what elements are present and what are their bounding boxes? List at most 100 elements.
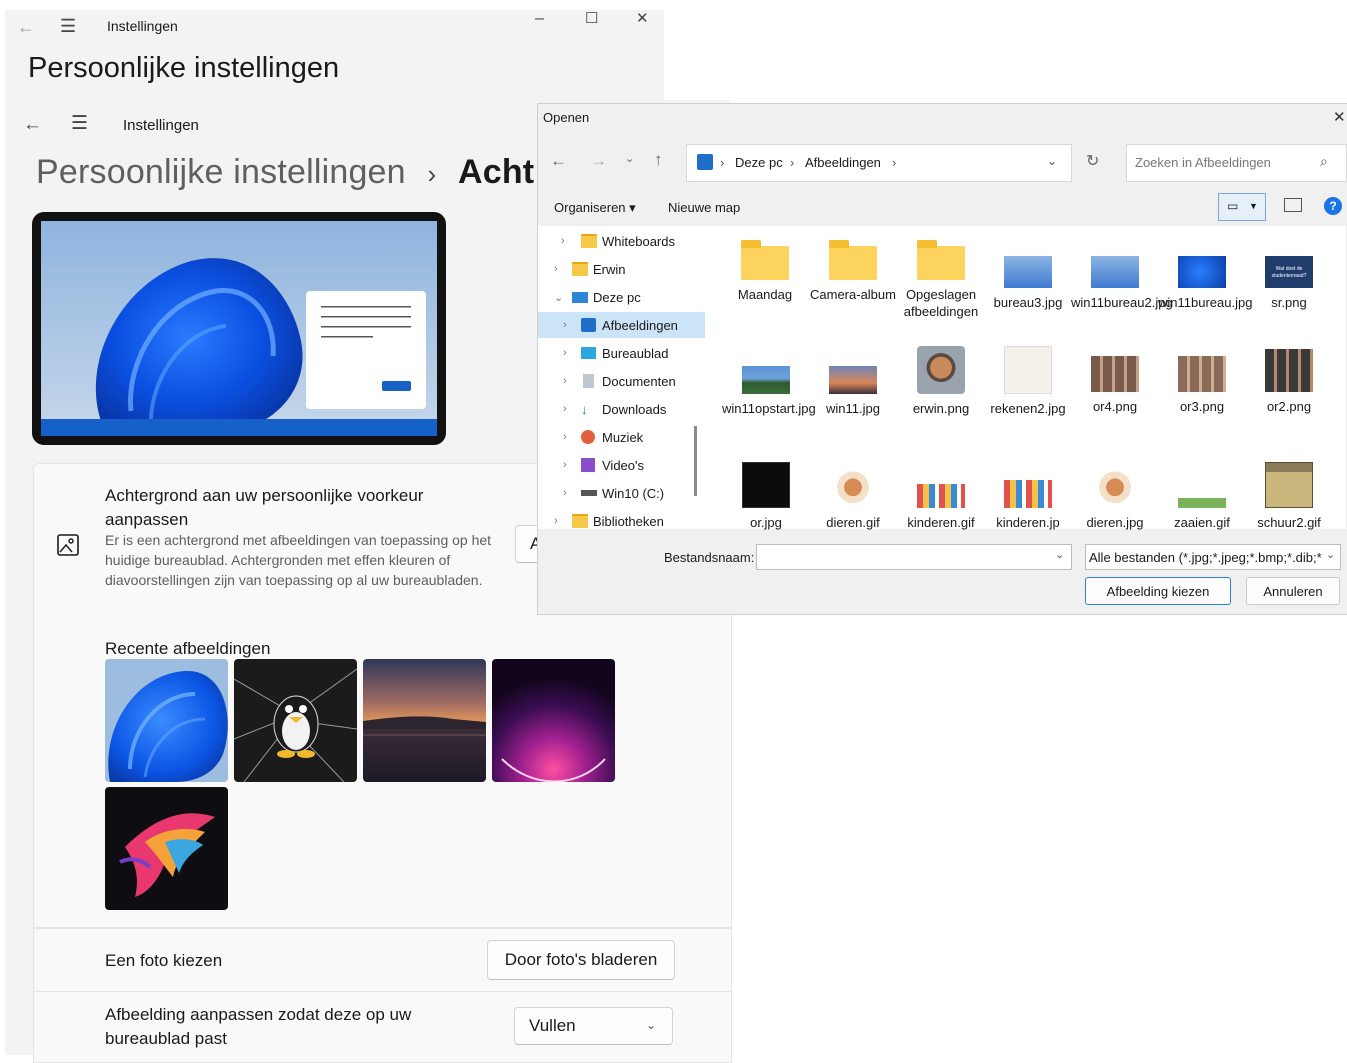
breadcrumb-separator: ›: [427, 159, 437, 189]
pictures-icon: [581, 318, 596, 332]
up-arrow-icon[interactable]: ↑: [654, 150, 663, 170]
tree-item-erwin[interactable]: › Erwin: [554, 256, 626, 282]
filename-input[interactable]: ⌄: [756, 544, 1072, 570]
file-item[interactable]: zaaien.gif: [1158, 488, 1246, 531]
tree-item-muziek[interactable]: › Muziek: [563, 424, 643, 450]
close-button[interactable]: ✕: [636, 10, 649, 28]
image-thumbnail: [1091, 256, 1139, 288]
breadcrumb-separator: ›: [892, 155, 897, 170]
file-item[interactable]: Wat doet de studentenraad? sr.png: [1245, 256, 1333, 311]
file-item[interactable]: or4.png: [1071, 356, 1159, 415]
file-item[interactable]: win11bureau2.jpg: [1071, 256, 1173, 311]
tree-item-videos[interactable]: › Video's: [563, 452, 644, 478]
image-thumbnail: [917, 346, 965, 394]
tree-scrollbar[interactable]: [694, 426, 697, 496]
cancel-button[interactable]: Annuleren: [1246, 577, 1340, 605]
breadcrumb-item[interactable]: Deze pc: [735, 155, 783, 170]
image-icon: [57, 534, 79, 556]
file-item[interactable]: bureau3.jpg: [984, 256, 1072, 311]
browse-photos-button[interactable]: Door foto's bladeren: [487, 940, 675, 980]
breadcrumb-item[interactable]: Afbeeldingen: [805, 155, 881, 170]
hamburger-menu-icon[interactable]: ☰: [60, 17, 76, 35]
file-item[interactable]: Camera-album: [809, 240, 897, 303]
organize-button[interactable]: Organiseren ▾: [554, 200, 636, 216]
preview-pane-icon[interactable]: [1284, 198, 1302, 212]
recent-image-thumbnail[interactable]: [363, 659, 486, 782]
file-item[interactable]: win11opstart.jpg: [722, 366, 816, 417]
file-type-filter[interactable]: Alle bestanden (*.jpg;*.jpeg;*.bmp;*.dib…: [1085, 544, 1341, 570]
refresh-icon[interactable]: ↻: [1086, 151, 1099, 171]
help-icon[interactable]: ?: [1324, 197, 1342, 215]
back-arrow-icon[interactable]: ←: [23, 115, 42, 134]
fit-card: Afbeelding aanpassen zodat deze op uw bu…: [33, 991, 732, 1063]
minimize-button[interactable]: –: [535, 10, 544, 28]
new-folder-button[interactable]: Nieuwe map: [668, 200, 740, 215]
breadcrumb-separator: ›: [790, 155, 795, 170]
chevron-down-icon: ⌄: [1326, 548, 1336, 561]
pictures-icon: [697, 154, 713, 170]
file-item[interactable]: Maandag: [722, 240, 808, 303]
back-arrow-icon[interactable]: ←: [550, 151, 567, 171]
file-item[interactable]: rekenen2.jpg: [984, 346, 1072, 417]
tree-item-documenten[interactable]: › Documenten: [563, 368, 676, 394]
dialog-close-button[interactable]: ✕: [1333, 108, 1346, 126]
view-toggle-button[interactable]: ▭ ▼: [1218, 193, 1266, 221]
tree-item-deze-pc[interactable]: ⌄ Deze pc: [554, 284, 641, 310]
fit-dropdown[interactable]: Vullen ⌄: [514, 1007, 673, 1045]
forward-arrow-icon[interactable]: →: [590, 151, 607, 171]
search-placeholder: Zoeken in Afbeeldingen: [1135, 155, 1271, 170]
file-item[interactable]: or2.png: [1245, 349, 1333, 415]
image-thumbnail: [917, 484, 965, 508]
file-item[interactable]: dieren.jpg: [1071, 462, 1159, 531]
choose-image-button[interactable]: Afbeelding kiezen: [1085, 577, 1231, 605]
computer-icon: [572, 291, 588, 303]
documents-icon: [583, 374, 594, 388]
chevron-down-icon[interactable]: ⌄: [1047, 154, 1057, 168]
file-item[interactable]: dieren.gif: [809, 462, 897, 531]
file-item[interactable]: Opgeslagen afbeeldingen: [897, 240, 985, 320]
recent-image-thumbnail[interactable]: [234, 659, 357, 782]
chevron-down-icon: ⌄: [1055, 549, 1065, 561]
recent-image-thumbnail[interactable]: [492, 659, 615, 782]
recent-image-thumbnail[interactable]: [105, 659, 228, 782]
image-thumbnail: [1091, 356, 1139, 392]
image-thumbnail: [742, 366, 790, 394]
back-arrow-icon[interactable]: ←: [17, 18, 35, 36]
address-bar[interactable]: › Deze pc › Afbeeldingen › ⌄: [686, 144, 1072, 182]
search-icon: ⌕: [1320, 153, 1328, 169]
tree-item-downloads[interactable]: › ↓ Downloads: [563, 396, 666, 422]
file-item[interactable]: schuur2.gif: [1245, 462, 1333, 531]
image-thumbnail: [1004, 346, 1052, 394]
drive-icon: [581, 490, 597, 496]
image-thumbnail: [1178, 356, 1226, 392]
breadcrumb-separator: ›: [720, 155, 725, 170]
tree-item-bureaublad[interactable]: › Bureaublad: [563, 340, 669, 366]
navigation-tree: › Whiteboards › Erwin ⌄ Deze pc › Afbeelding…: [538, 226, 713, 529]
background-card-title: Achtergrond aan uw persoonlijke voorkeur…: [105, 486, 424, 529]
file-item[interactable]: erwin.png: [897, 346, 985, 417]
file-item[interactable]: or3.png: [1158, 356, 1246, 415]
folder-icon: [917, 240, 965, 280]
tree-item-afbeeldingen[interactable]: › Afbeeldingen: [538, 312, 713, 338]
recent-locations-icon[interactable]: ⌄: [625, 152, 634, 165]
breadcrumb: Persoonlijke instellingen › Acht: [36, 153, 534, 192]
recent-image-thumbnail[interactable]: [105, 787, 228, 910]
tree-item-win10[interactable]: › Win10 (C:): [563, 480, 664, 506]
image-thumbnail: [1178, 256, 1226, 288]
window-title: Instellingen: [123, 117, 199, 134]
file-item[interactable]: win11bureau.jpg: [1158, 256, 1252, 311]
file-item[interactable]: kinderen.gif: [897, 484, 985, 531]
file-type-value: Alle bestanden (*.jpg;*.jpeg;*.bmp;*.dib…: [1089, 550, 1322, 565]
hamburger-menu-icon[interactable]: ☰: [71, 114, 88, 133]
search-input[interactable]: Zoeken in Afbeeldingen ⌕: [1126, 144, 1347, 182]
fit-dropdown-value: Vullen: [529, 1016, 576, 1035]
image-thumbnail: [1004, 256, 1052, 288]
breadcrumb-parent[interactable]: Persoonlijke instellingen: [36, 153, 406, 191]
file-item[interactable]: win11.jpg: [809, 366, 897, 417]
file-item[interactable]: or.jpg: [722, 462, 810, 531]
fit-label: Afbeelding aanpassen zodat deze op uw bu…: [105, 1005, 412, 1048]
tree-item-whiteboards[interactable]: › Whiteboards: [561, 228, 675, 254]
file-item[interactable]: kinderen.jp: [984, 480, 1072, 531]
maximize-button[interactable]: ☐: [585, 10, 598, 28]
tree-item-bibliotheken[interactable]: › Bibliotheken: [554, 508, 664, 534]
